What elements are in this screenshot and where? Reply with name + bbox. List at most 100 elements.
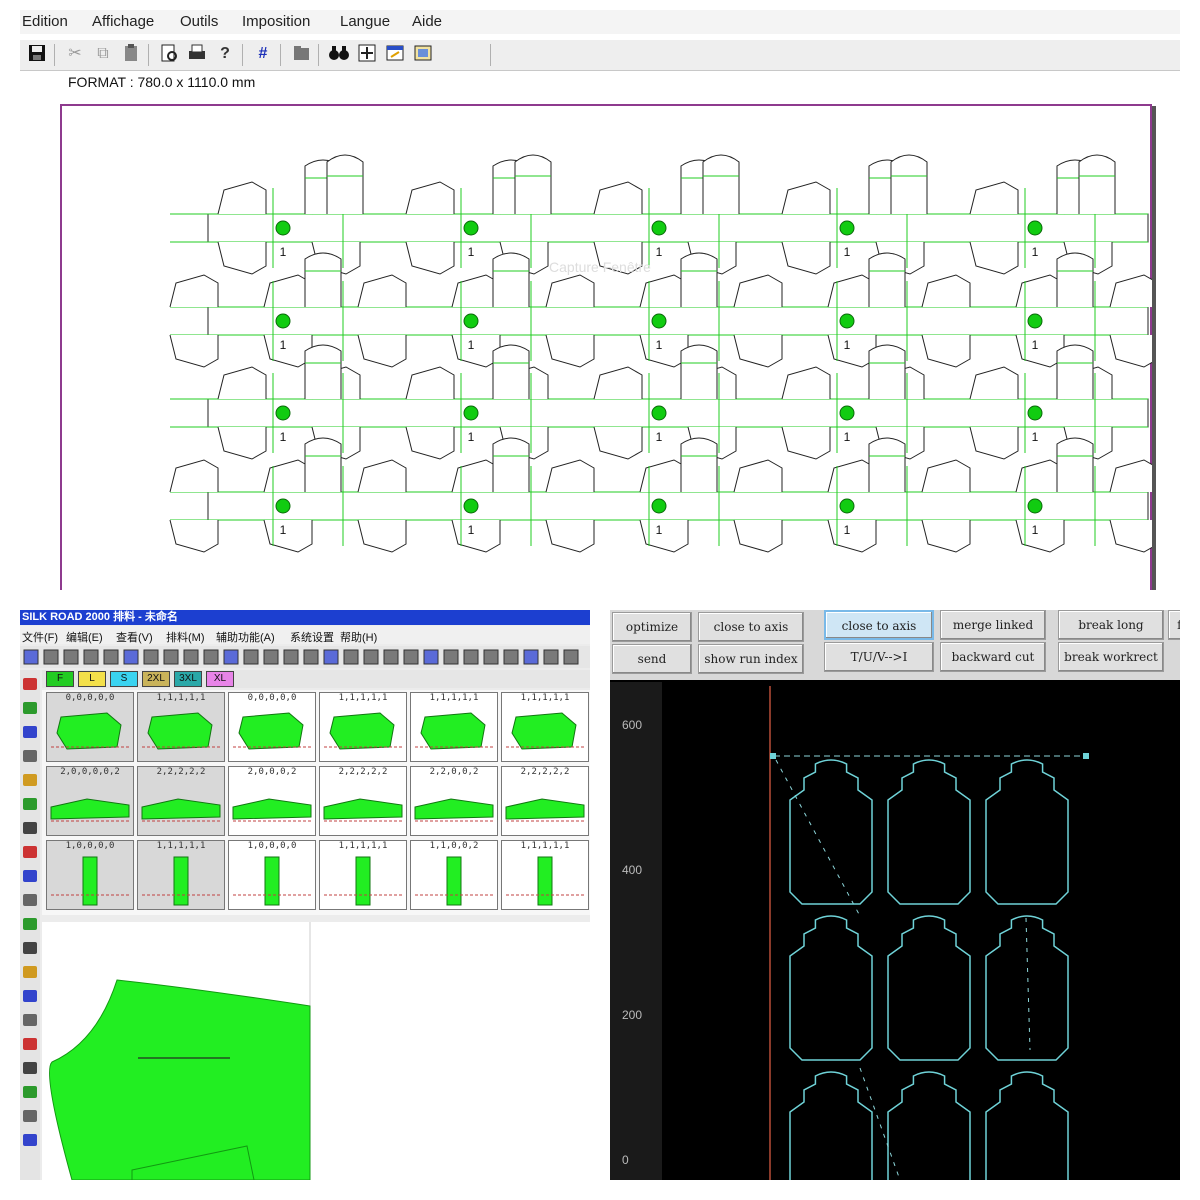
thumbnail-quantities: 1,1,1,1,1 xyxy=(429,693,479,703)
size-tab-xl[interactable]: XL xyxy=(206,671,234,687)
toolbox-icon[interactable] xyxy=(23,702,37,714)
toolbox-icon[interactable] xyxy=(23,726,37,738)
menu-settings[interactable]: 系统设置 xyxy=(290,629,334,645)
size-tab-f[interactable]: F xyxy=(46,671,74,687)
piece-thumbnail[interactable]: 1,1,0,0,2 xyxy=(410,840,498,910)
toolbox-icon[interactable] xyxy=(23,774,37,786)
registration-dot xyxy=(839,498,855,514)
thumbnail-quantities: 1,1,1,1,1 xyxy=(156,841,206,851)
piece-thumbnail[interactable]: 1,1,1,1,1 xyxy=(501,840,589,910)
piece-number: 1 xyxy=(280,245,287,259)
size-tab-2xl[interactable]: 2XL xyxy=(142,671,170,687)
size-tab-l[interactable]: L xyxy=(78,671,106,687)
size-bar: F L S 2XL 3XL XL xyxy=(42,670,590,688)
cad-tool-icon xyxy=(223,649,239,665)
size-tab-s[interactable]: S xyxy=(110,671,138,687)
piece-thumbnail[interactable]: 1,1,1,1,1 xyxy=(410,692,498,762)
cad-tool-icon xyxy=(443,649,459,665)
piece-thumbnail[interactable]: 1,1,1,1,1 xyxy=(137,692,225,762)
toolbox-icon[interactable] xyxy=(23,678,37,690)
piece-thumbnail[interactable]: 2,2,2,2,2 xyxy=(137,766,225,836)
toolbox-icon[interactable] xyxy=(23,846,37,858)
toolbox-icon[interactable] xyxy=(23,942,37,954)
toolbox-icon[interactable] xyxy=(23,1038,37,1050)
piece-number: 1 xyxy=(468,523,475,537)
piece-number: 1 xyxy=(1032,245,1039,259)
thumbnail-quantities: 2,2,2,2,2 xyxy=(156,767,206,777)
piece-number: 1 xyxy=(844,430,851,444)
cut-contour xyxy=(985,1071,1069,1180)
piece-thumbnail[interactable]: 1,1,1,1,1 xyxy=(319,692,407,762)
thumbnail-quantities: 1,1,1,1,1 xyxy=(520,693,570,703)
window-title: SILK ROAD 2000 排料 - 未命名 xyxy=(20,610,590,625)
thumbnail-quantities: 0,0,0,0,0 xyxy=(247,693,297,703)
cad-tool-icon xyxy=(103,649,119,665)
cut-contour xyxy=(789,759,873,905)
toolbox-icon[interactable] xyxy=(23,1062,37,1074)
cad-tool-icon xyxy=(203,649,219,665)
registration-dot xyxy=(1027,405,1043,421)
menu-edit[interactable]: 编辑(E) xyxy=(66,629,103,645)
toolbox-icon[interactable] xyxy=(23,750,37,762)
cad-tool-icon xyxy=(23,649,39,665)
registration-dot xyxy=(839,405,855,421)
piece-thumbnail[interactable]: 1,0,0,0,0 xyxy=(46,840,134,910)
toolbox-icon[interactable] xyxy=(23,870,37,882)
registration-dot xyxy=(275,405,291,421)
cut-contour xyxy=(985,759,1069,905)
registration-dot xyxy=(275,220,291,236)
registration-dot xyxy=(1027,498,1043,514)
piece-thumbnail[interactable]: 0,0,0,0,0 xyxy=(46,692,134,762)
registration-dot xyxy=(839,313,855,329)
watermark-text: Capture Fenêtre xyxy=(549,259,651,275)
toolbox-icon[interactable] xyxy=(23,894,37,906)
toolbox-icon[interactable] xyxy=(23,918,37,930)
cut-contour xyxy=(985,915,1069,1061)
menu-view[interactable]: 查看(V) xyxy=(116,629,153,645)
piece-number: 1 xyxy=(844,338,851,352)
piece-thumbnail[interactable]: 1,0,0,0,0 xyxy=(228,840,316,910)
menu-marker[interactable]: 排料(M) xyxy=(166,629,205,645)
cad-tool-icon xyxy=(403,649,419,665)
piece-thumbnail[interactable]: 1,1,1,1,1 xyxy=(137,840,225,910)
toolbox-icon[interactable] xyxy=(23,1110,37,1122)
toolbox-icon[interactable] xyxy=(23,822,37,834)
thumbnail-quantities: 2,2,2,2,2 xyxy=(520,767,570,777)
piece-thumbnail[interactable]: 2,0,0,0,2 xyxy=(228,766,316,836)
piece-number: 1 xyxy=(468,430,475,444)
cad-tool-icon xyxy=(123,649,139,665)
piece-thumbnail[interactable]: 0,0,0,0,0 xyxy=(228,692,316,762)
thumbnail-quantities: 1,0,0,0,0 xyxy=(247,841,297,851)
toolbox-icon[interactable] xyxy=(23,966,37,978)
piece-number: 1 xyxy=(1032,338,1039,352)
piece-number: 1 xyxy=(280,430,287,444)
piece-number: 1 xyxy=(1032,523,1039,537)
piece-thumbnail[interactable]: 1,1,1,1,1 xyxy=(501,692,589,762)
imposition-layout: 1 1 1 1 1 1 1 1 1 1 1 1 1 1 1 1 1 1 1 1 Capture Fenêtre xyxy=(169,154,1152,553)
toolbox-icon[interactable] xyxy=(23,1134,37,1146)
piece-thumbnail[interactable]: 1,1,1,1,1 xyxy=(319,840,407,910)
cad-tool-icon xyxy=(63,649,79,665)
toolbox-icon[interactable] xyxy=(23,1086,37,1098)
thumbnail-quantities: 1,1,1,1,1 xyxy=(338,841,388,851)
piece-number: 1 xyxy=(1032,430,1039,444)
toolbox-icon[interactable] xyxy=(23,1014,37,1026)
piece-thumbnail[interactable]: 2,0,0,0,0,2 xyxy=(46,766,134,836)
menu-help[interactable]: 帮助(H) xyxy=(340,629,377,645)
cut-contour xyxy=(789,915,873,1061)
cad-tool-icon xyxy=(503,649,519,665)
cad-tool-icon xyxy=(83,649,99,665)
piece-number: 1 xyxy=(468,245,475,259)
piece-number: 1 xyxy=(844,523,851,537)
piece-thumbnail[interactable]: 2,2,2,2,2 xyxy=(501,766,589,836)
menu-tools[interactable]: 辅助功能(A) xyxy=(216,629,275,645)
piece-thumbnail[interactable]: 2,2,0,0,2 xyxy=(410,766,498,836)
toolbox-icon[interactable] xyxy=(23,990,37,1002)
thumbnail-quantities: 2,0,0,0,2 xyxy=(247,767,297,777)
toolbox-icon[interactable] xyxy=(23,798,37,810)
size-tab-3xl[interactable]: 3XL xyxy=(174,671,202,687)
imposition-window: Edition Affichage Outils Imposition Lang… xyxy=(20,10,1180,590)
cad-tool-icon xyxy=(183,649,199,665)
piece-thumbnail[interactable]: 2,2,2,2,2 xyxy=(319,766,407,836)
menu-file[interactable]: 文件(F) xyxy=(22,629,58,645)
